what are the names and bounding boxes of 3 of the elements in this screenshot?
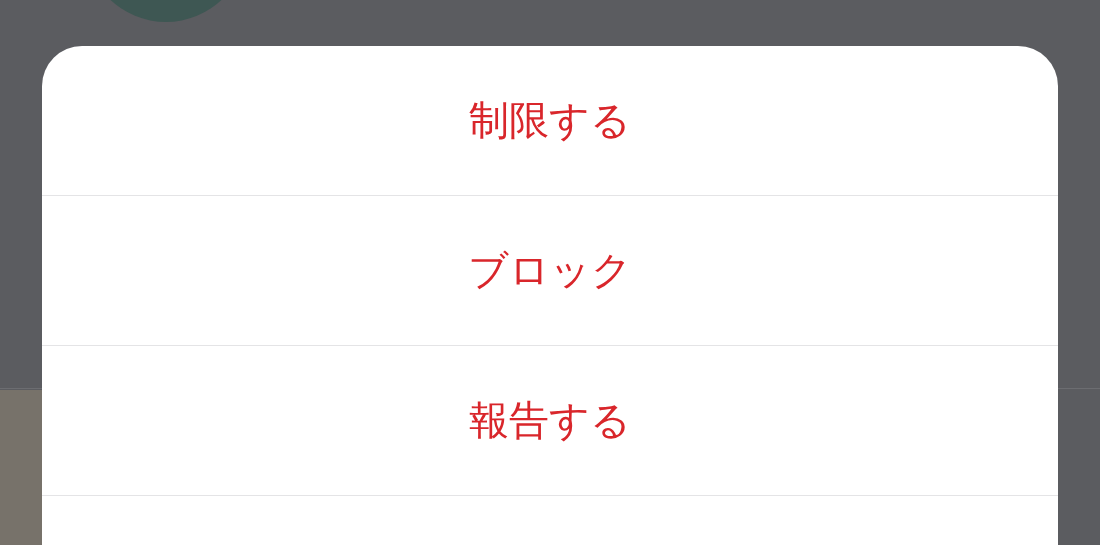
menu-option[interactable]: 報告する — [42, 346, 1058, 496]
menu-option[interactable]: ブロック — [42, 196, 1058, 346]
menu-option[interactable]: 制限する — [42, 46, 1058, 196]
